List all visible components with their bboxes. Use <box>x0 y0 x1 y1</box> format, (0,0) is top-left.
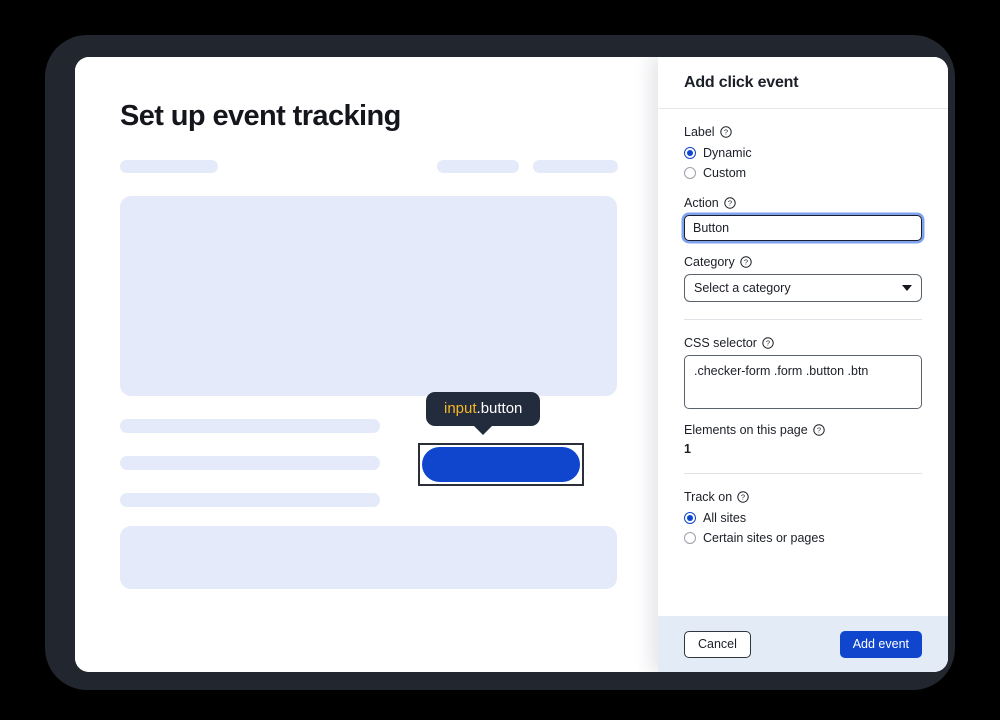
svg-text:?: ? <box>766 339 770 348</box>
radio-custom-indicator[interactable] <box>684 167 696 179</box>
add-event-button[interactable]: Add event <box>839 630 922 658</box>
radio-option-dynamic[interactable]: Dynamic <box>684 144 922 162</box>
skeleton-hero-block <box>120 196 617 396</box>
radio-certain-sites-indicator[interactable] <box>684 532 696 544</box>
cancel-button[interactable]: Cancel <box>684 630 751 658</box>
add-click-event-panel: Add click event Label ? Dynamic Custom A… <box>658 57 948 672</box>
label-field-label: Label ? <box>684 125 922 139</box>
radio-dynamic-label: Dynamic <box>703 146 752 160</box>
elements-count-group: Elements on this page ? 1 <box>684 423 922 456</box>
svg-text:?: ? <box>741 493 745 502</box>
track-on-field-label: Track on ? <box>684 490 922 504</box>
elements-count-value: 1 <box>684 442 691 456</box>
svg-text:?: ? <box>744 258 748 267</box>
label-field-label-text: Label <box>684 125 715 139</box>
radio-option-custom[interactable]: Custom <box>684 164 922 182</box>
skeleton-text-line <box>120 419 380 433</box>
chevron-down-icon <box>902 285 912 291</box>
tooltip-class-name: .button <box>476 400 523 417</box>
radio-certain-sites-label: Certain sites or pages <box>703 531 825 545</box>
screenshot-stage: Set up event tracking input.button Add c… <box>0 0 1000 720</box>
help-icon[interactable]: ? <box>719 126 732 138</box>
page-title: Set up event tracking <box>120 100 401 132</box>
elements-count-label-text: Elements on this page <box>684 423 808 437</box>
radio-option-all-sites[interactable]: All sites <box>684 509 922 527</box>
category-select[interactable]: Select a category <box>684 274 922 302</box>
action-input[interactable]: Button <box>684 215 922 241</box>
radio-all-sites-indicator[interactable] <box>684 512 696 524</box>
label-field-group: Label ? Dynamic Custom <box>684 125 922 182</box>
help-icon[interactable]: ? <box>737 491 749 503</box>
panel-header: Add click event <box>658 57 948 109</box>
skeleton-text-line <box>120 493 380 507</box>
radio-dynamic-indicator[interactable] <box>684 147 696 159</box>
action-field-group: Action ? Button <box>684 196 922 241</box>
css-selector-field-group: CSS selector ? .checker-form .form .butt… <box>684 336 922 409</box>
help-icon[interactable]: ? <box>813 424 825 436</box>
divider <box>684 473 922 474</box>
css-selector-field-label-text: CSS selector <box>684 336 757 350</box>
skeleton-nav-item <box>120 160 218 173</box>
category-field-label-text: Category <box>684 255 735 269</box>
help-icon[interactable]: ? <box>724 197 736 209</box>
svg-text:?: ? <box>817 426 821 435</box>
divider <box>684 319 922 320</box>
radio-option-certain-sites[interactable]: Certain sites or pages <box>684 529 922 547</box>
category-field-group: Category ? Select a category <box>684 255 922 302</box>
tooltip-arrow-icon <box>473 425 494 435</box>
panel-body: Label ? Dynamic Custom Action ? Button C… <box>658 109 948 616</box>
mock-page-content: Set up event tracking input.button <box>75 57 735 672</box>
tracked-input-button[interactable] <box>422 447 580 482</box>
tooltip-tag-name: input <box>444 400 477 417</box>
css-selector-textarea[interactable]: .checker-form .form .button .btn <box>684 355 922 409</box>
action-field-label: Action ? <box>684 196 922 210</box>
skeleton-nav-item <box>437 160 519 173</box>
panel-footer: Cancel Add event <box>658 616 948 672</box>
skeleton-nav-item <box>533 160 618 173</box>
css-selector-field-label: CSS selector ? <box>684 336 922 350</box>
skeleton-text-line <box>120 456 380 470</box>
svg-text:?: ? <box>728 199 732 208</box>
help-icon[interactable]: ? <box>740 256 752 268</box>
radio-all-sites-label: All sites <box>703 511 747 525</box>
svg-text:?: ? <box>724 128 728 137</box>
panel-title: Add click event <box>684 73 799 91</box>
element-selector-tooltip: input.button <box>426 392 541 435</box>
radio-custom-label: Custom <box>703 166 747 180</box>
track-on-field-label-text: Track on <box>684 490 733 504</box>
help-icon[interactable]: ? <box>762 337 774 349</box>
category-field-label: Category ? <box>684 255 922 269</box>
action-field-label-text: Action <box>684 196 719 210</box>
app-canvas: Set up event tracking input.button Add c… <box>75 57 948 672</box>
elements-count-label: Elements on this page ? <box>684 423 922 437</box>
skeleton-footer-block <box>120 526 617 589</box>
category-select-value: Select a category <box>694 281 791 295</box>
track-on-field-group: Track on ? All sites Certain sites or pa… <box>684 490 922 547</box>
